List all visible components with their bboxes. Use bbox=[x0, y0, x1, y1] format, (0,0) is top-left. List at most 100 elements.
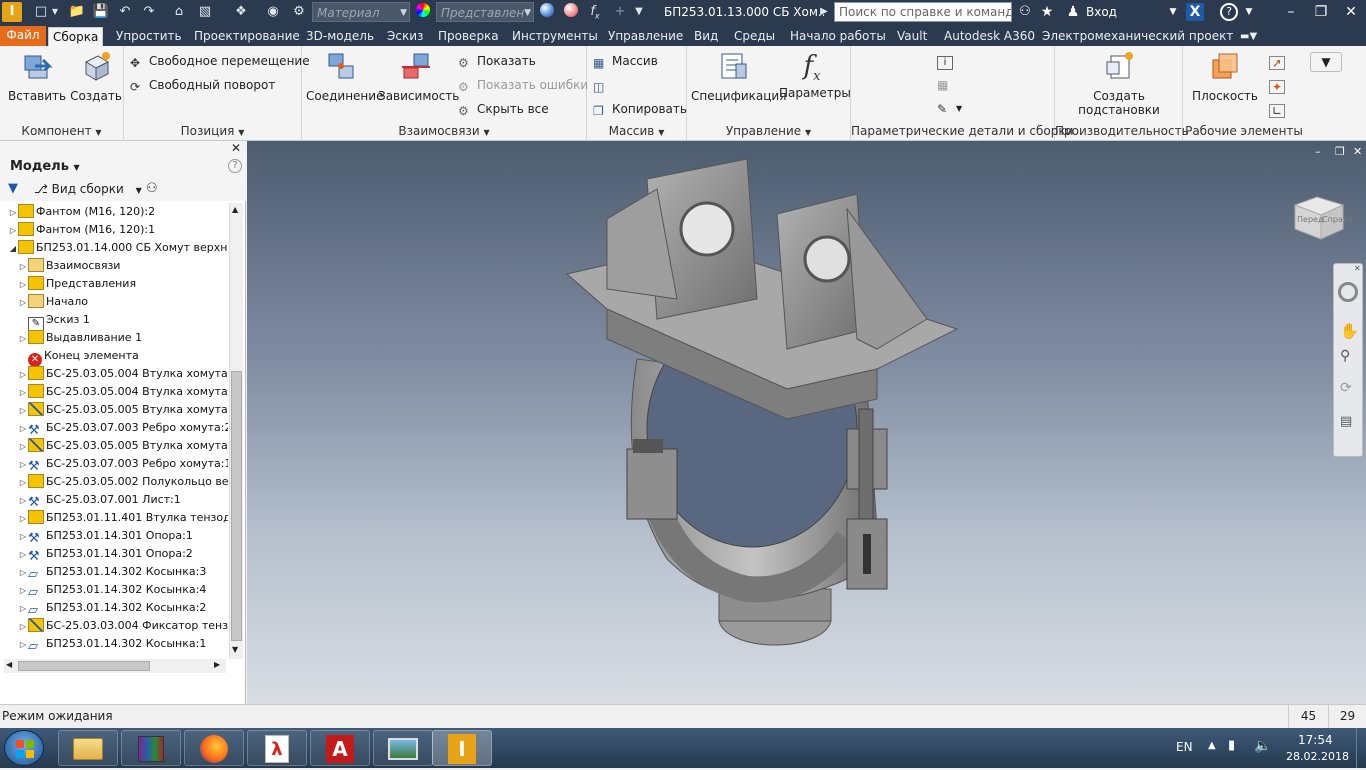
view-cube-right-label[interactable]: Справа bbox=[1322, 215, 1352, 224]
expand-arrow-icon[interactable]: ▷ bbox=[18, 618, 28, 636]
taskbar-firefox[interactable] bbox=[184, 730, 244, 766]
update-icon[interactable]: ◉ bbox=[264, 3, 282, 21]
tray-date[interactable]: 28.02.2018 bbox=[1286, 750, 1349, 763]
tab-sketch[interactable]: Эскиз bbox=[383, 27, 427, 46]
tab-file[interactable]: Файл bbox=[0, 26, 46, 46]
ucs-button[interactable]: ∟ bbox=[1269, 100, 1288, 118]
expand-arrow-icon[interactable]: ◢ bbox=[8, 240, 18, 258]
qat-customize-icon[interactable]: ▼ bbox=[632, 3, 646, 21]
panel-title-position[interactable]: Позиция ▼ bbox=[124, 124, 301, 138]
tree-item[interactable]: ✎ Эскиз 1 bbox=[18, 311, 90, 331]
scroll-down-icon[interactable]: ▼ bbox=[232, 645, 238, 654]
tree-item[interactable]: ◢ БП253.01.14.000 СБ Хомут верхний bbox=[8, 239, 228, 257]
tree-item[interactable]: ▷ Фантом (M16, 120):1 bbox=[8, 221, 155, 239]
tree-item[interactable]: ✕ Конец элемента bbox=[18, 347, 139, 367]
tab-tools[interactable]: Инструменты bbox=[508, 27, 602, 46]
create-button[interactable]: Создать bbox=[70, 50, 122, 103]
help-icon[interactable]: ? bbox=[1220, 3, 1238, 21]
expand-arrow-icon[interactable]: ▷ bbox=[18, 600, 28, 618]
new-dropdown-icon[interactable]: ▼ bbox=[50, 3, 60, 21]
free-move-button[interactable]: ✥ Свободное перемещение bbox=[130, 52, 310, 70]
constrain-button[interactable]: Зависимость bbox=[378, 50, 459, 103]
tab-get-started[interactable]: Начало работы bbox=[786, 27, 890, 46]
expand-arrow-icon[interactable]: ▷ bbox=[18, 456, 28, 474]
redo-icon[interactable]: ↷ bbox=[140, 3, 158, 21]
expand-arrow-icon[interactable]: ▷ bbox=[18, 636, 28, 654]
expand-arrow-icon[interactable]: ▷ bbox=[18, 564, 28, 582]
viewport-minimize-icon[interactable]: – bbox=[1315, 145, 1321, 158]
scroll-left-icon[interactable]: ◀ bbox=[6, 660, 12, 669]
expand-arrow-icon[interactable]: ▷ bbox=[18, 510, 28, 528]
browser-title[interactable]: Модель ▼ bbox=[10, 159, 80, 174]
taskbar-autocad[interactable]: A bbox=[310, 730, 370, 766]
browser-help-icon[interactable]: ? bbox=[228, 159, 242, 173]
tab-design[interactable]: Проектирование bbox=[190, 27, 304, 46]
graphics-viewport[interactable]: – ❐ ✕ Перед Справа ✕ ✋ ⚲ ⟳ ▤ bbox=[247, 141, 1366, 704]
start-button[interactable] bbox=[4, 730, 44, 766]
undo-icon[interactable]: ↶ bbox=[116, 3, 134, 21]
insert-button[interactable]: Вставить bbox=[8, 50, 66, 103]
expand-arrow-icon[interactable]: ▷ bbox=[18, 384, 28, 402]
tree-item[interactable]: ▷ ⚒ БП253.01.14.301 Опора:2 bbox=[18, 545, 193, 564]
browser-horizontal-scrollbar[interactable]: ◀ ▶ bbox=[4, 659, 226, 673]
browser-vertical-scrollbar[interactable]: ▲ ▼ bbox=[229, 203, 243, 659]
home-icon[interactable]: ⌂ bbox=[170, 3, 188, 21]
restore-button[interactable]: ❐ bbox=[1306, 0, 1336, 24]
user-icon[interactable]: ♟ bbox=[1064, 3, 1082, 21]
expand-arrow-icon[interactable]: ▷ bbox=[18, 276, 28, 294]
autodesk-exchange-icon[interactable]: X bbox=[1186, 3, 1204, 21]
sign-in-button[interactable]: Вход bbox=[1086, 0, 1117, 24]
close-button[interactable]: ✕ bbox=[1336, 0, 1366, 24]
pan-icon[interactable]: ✋ bbox=[1340, 322, 1359, 340]
select-icon[interactable]: ❖ bbox=[230, 3, 252, 21]
panel-title-component[interactable]: Компонент ▼ bbox=[0, 124, 123, 138]
tree-item[interactable]: ▷ Начало bbox=[18, 293, 88, 311]
tab-environments[interactable]: Среды bbox=[730, 27, 779, 46]
tree-item[interactable]: ▷ ⚒ БС-25.03.07.003 Ребро хомута:2 bbox=[18, 419, 228, 438]
search-input[interactable]: Поиск по справке и командам... bbox=[834, 2, 1012, 22]
return-icon[interactable]: ▧ bbox=[194, 3, 216, 21]
tree-item[interactable]: ▷ БС-25.03.03.004 Фиксатор тензод bbox=[18, 617, 228, 635]
tree-item[interactable]: ▷ ▱ БП253.01.14.302 Косынка:1 bbox=[18, 635, 206, 654]
material-select[interactable]: Материал ▼ bbox=[312, 2, 410, 22]
tab-electromechanical[interactable]: Электромеханический проект bbox=[1038, 27, 1237, 46]
tree-item[interactable]: ▷ БС-25.03.05.005 Втулка хомута:2 bbox=[18, 401, 228, 419]
axis-button[interactable]: ➚ bbox=[1269, 52, 1288, 70]
help-dropdown-icon[interactable]: ▼ bbox=[1240, 3, 1258, 21]
taskbar-inventor[interactable]: I bbox=[432, 730, 492, 766]
viewport-restore-icon[interactable]: ❐ bbox=[1335, 145, 1345, 158]
tree-item[interactable]: ▷ Взаимосвязи bbox=[18, 257, 120, 275]
expand-arrow-icon[interactable]: ▷ bbox=[18, 366, 28, 384]
volume-icon[interactable]: 🔈 bbox=[1254, 738, 1271, 754]
binoculars-icon[interactable]: ⚇ bbox=[1016, 3, 1034, 21]
network-icon[interactable]: ▮ bbox=[1228, 738, 1235, 753]
open-icon[interactable]: 📁 bbox=[68, 3, 86, 21]
tree-item[interactable]: ▷ ⚒ БС-25.03.07.001 Лист:1 bbox=[18, 491, 181, 510]
tab-a360[interactable]: Autodesk A360 bbox=[940, 27, 1039, 46]
taskbar-photos[interactable] bbox=[373, 730, 433, 766]
tray-up-arrow-icon[interactable]: ▲ bbox=[1208, 740, 1216, 751]
tab-vault[interactable]: Vault bbox=[893, 27, 931, 46]
tree-item[interactable]: ▷ ▱ БП253.01.14.302 Косынка:2 bbox=[18, 599, 206, 618]
browser-close-icon[interactable]: ✕ bbox=[231, 141, 241, 155]
expand-arrow-icon[interactable]: ▷ bbox=[18, 258, 28, 276]
representation-select[interactable]: Представлен ▼ bbox=[436, 2, 534, 22]
plane-button[interactable]: Плоскость bbox=[1189, 50, 1261, 103]
ribbon-options-icon[interactable]: ▬▼ bbox=[1236, 27, 1261, 46]
expand-arrow-icon[interactable]: ▷ bbox=[18, 528, 28, 546]
look-at-icon[interactable]: ▤ bbox=[1340, 414, 1352, 429]
iproperties-icon[interactable]: ⚙ bbox=[290, 3, 308, 21]
tab-view[interactable]: Вид bbox=[690, 27, 722, 46]
tree-item[interactable]: ▷ БС-25.03.05.002 Полукольцо верх bbox=[18, 473, 228, 491]
joint-button[interactable]: Соединение bbox=[306, 50, 383, 103]
tab-assemble[interactable]: Сборка bbox=[48, 27, 104, 46]
panel-title-relationships[interactable]: Взаимосвязи ▼ bbox=[302, 124, 586, 138]
taskbar-acrobat[interactable]: λ bbox=[247, 730, 307, 766]
chevron-right-icon[interactable]: ▶ bbox=[818, 3, 830, 21]
expand-arrow-icon[interactable]: ▷ bbox=[18, 546, 28, 564]
panel-title-pattern[interactable]: Массив ▼ bbox=[587, 124, 686, 138]
tab-3d-model[interactable]: 3D-модель bbox=[302, 27, 378, 46]
expand-arrow-icon[interactable]: ▷ bbox=[18, 438, 28, 456]
app-logo[interactable]: I bbox=[2, 2, 22, 22]
expand-arrow-icon[interactable]: ▷ bbox=[18, 294, 28, 312]
